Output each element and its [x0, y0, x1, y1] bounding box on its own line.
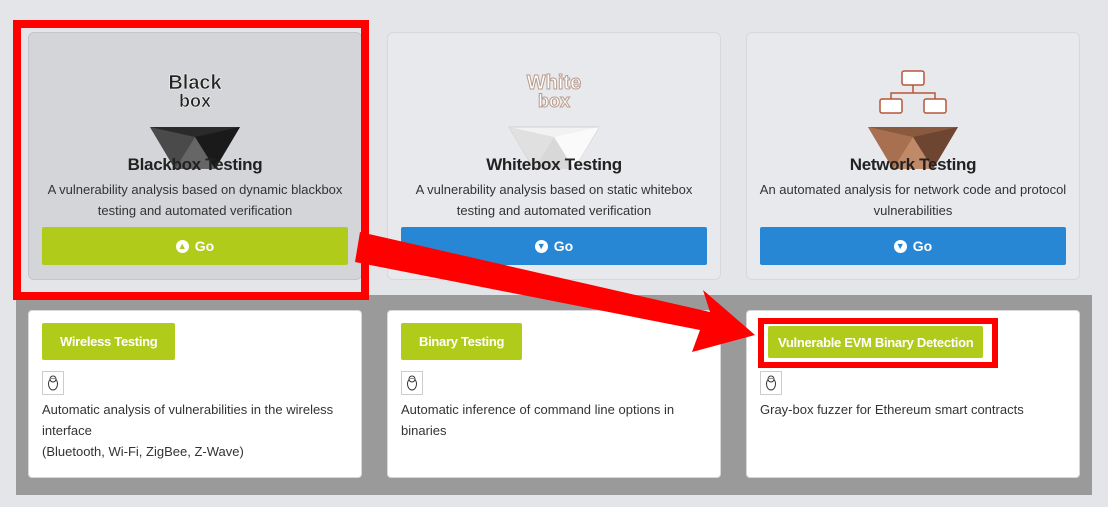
red-arrow-icon — [355, 232, 755, 352]
